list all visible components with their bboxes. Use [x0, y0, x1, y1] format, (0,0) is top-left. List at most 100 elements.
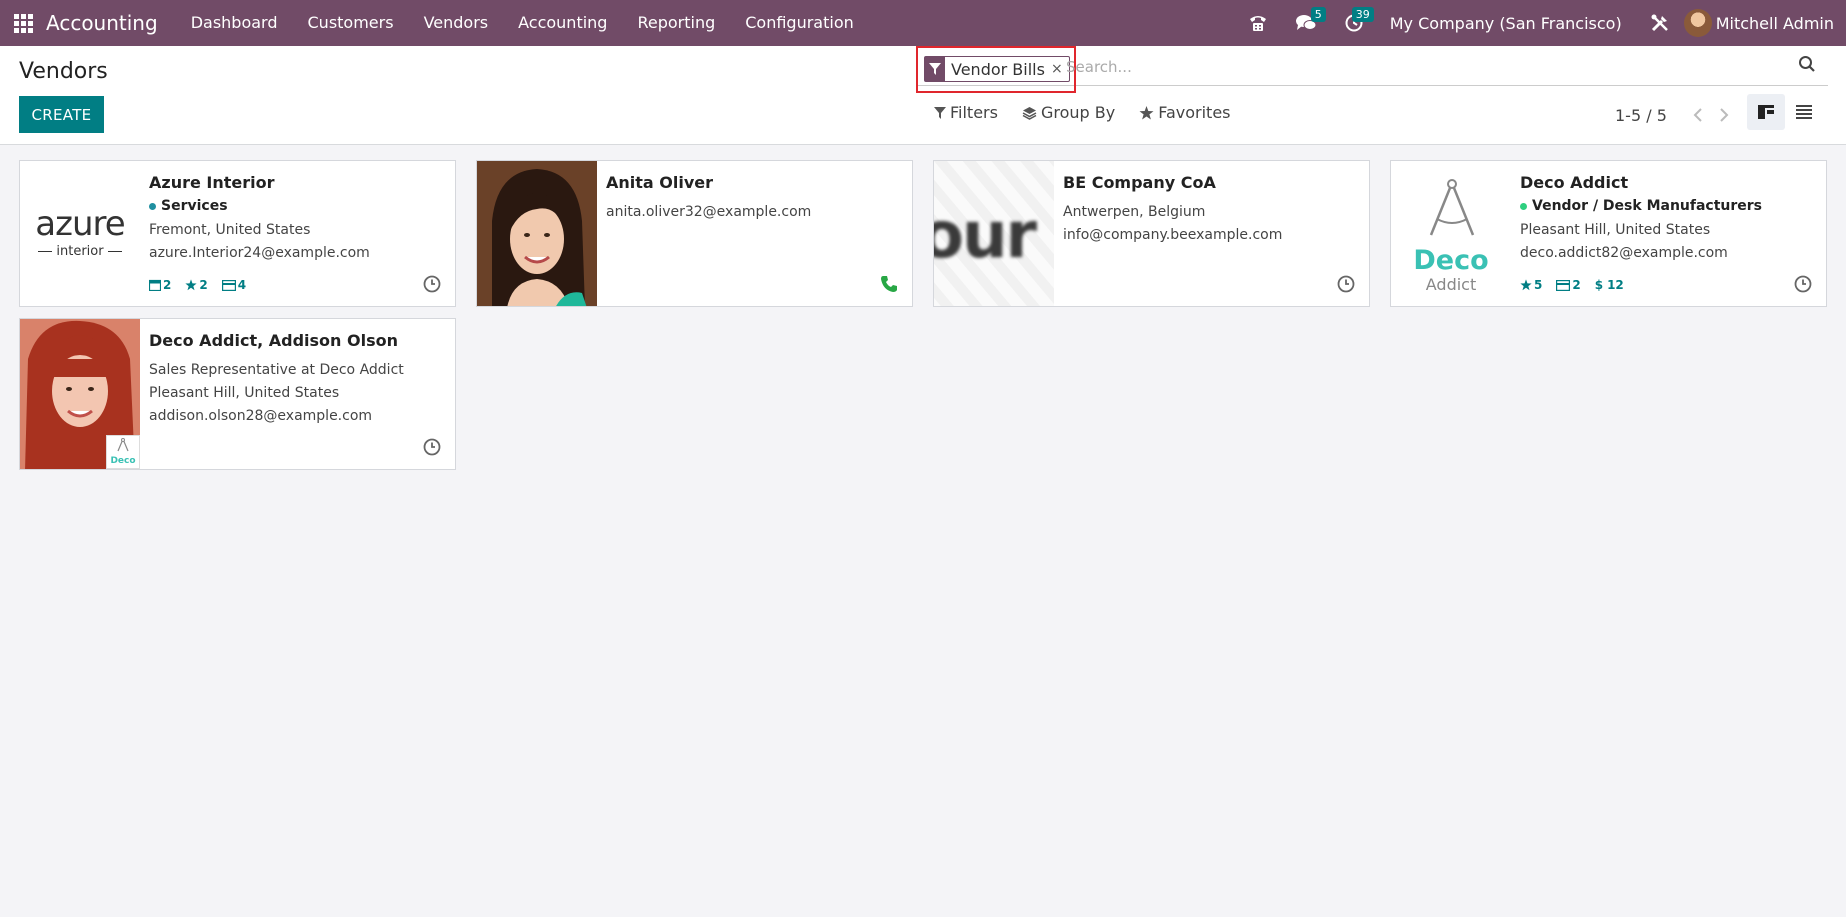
card-email: deco.addict82@example.com	[1520, 245, 1728, 261]
calendar-icon	[149, 279, 161, 291]
card-address: Pleasant Hill, United States	[1520, 222, 1711, 238]
favorites-label: Favorites	[1158, 103, 1231, 122]
menu-item-configuration[interactable]: Configuration	[730, 0, 869, 46]
kanban-card-be-company-coa[interactable]: our BE Company CoA Antwerpen, Belgium in…	[933, 160, 1370, 307]
contact-photo: Deco	[20, 319, 140, 469]
search-input[interactable]	[1066, 54, 1786, 80]
kanban-view-icon[interactable]	[1747, 94, 1785, 130]
control-panel: Vendors CREATE Vendor Bills × Filters Gr…	[0, 46, 1846, 145]
menu-item-customers[interactable]: Customers	[293, 0, 409, 46]
company-logo: our	[934, 161, 1054, 306]
pager-next-icon[interactable]	[1711, 104, 1737, 126]
clock-icon[interactable]	[423, 438, 441, 456]
activities-clock-icon[interactable]: 39	[1330, 0, 1378, 46]
card-title: Deco Addict, Addison Olson	[149, 331, 398, 350]
card-email: azure.Interior24@example.com	[149, 245, 370, 261]
search-facet-vendor-bills[interactable]: Vendor Bills ×	[924, 56, 1070, 82]
user-name: Mitchell Admin	[1715, 13, 1834, 33]
activities-count-badge: 39	[1351, 7, 1374, 22]
create-button[interactable]: CREATE	[19, 96, 104, 133]
meetings-count: 2	[163, 278, 172, 292]
kanban-card-azure-interior[interactable]: azure interior Azure Interior Services F…	[19, 160, 456, 307]
invoices-count: 4	[237, 278, 247, 292]
company-switcher[interactable]: My Company (San Francisco)	[1390, 14, 1622, 33]
messages-icon[interactable]: 5	[1282, 0, 1330, 46]
kanban-card-anita-oliver[interactable]: Anita Oliver anita.oliver32@example.com	[476, 160, 913, 307]
credit-card-icon	[1556, 279, 1571, 291]
logo-text-bottom: Addict	[1425, 275, 1477, 294]
phone-icon[interactable]	[880, 275, 898, 293]
filters-dropdown[interactable]: Filters	[934, 103, 998, 122]
card-title: BE Company CoA	[1063, 173, 1216, 192]
app-menu-icon[interactable]	[0, 0, 46, 46]
pager-value[interactable]: 1-5 / 5	[1615, 106, 1667, 125]
filters-label: Filters	[950, 103, 998, 122]
menu-item-accounting[interactable]: Accounting	[503, 0, 622, 46]
dollar-icon: $	[1594, 278, 1604, 292]
messages-count-badge: 5	[1310, 7, 1326, 22]
facet-label: Vendor Bills	[951, 59, 1045, 79]
tag-label: Services	[161, 198, 228, 214]
card-job-title: Sales Representative at Deco Addict	[149, 362, 404, 378]
clock-icon[interactable]	[423, 275, 441, 293]
menu-item-reporting[interactable]: Reporting	[622, 0, 730, 46]
card-title: Deco Addict	[1520, 173, 1629, 192]
filter-icon	[934, 106, 946, 119]
search-icon[interactable]	[1798, 55, 1820, 77]
credit-card-icon	[221, 279, 236, 291]
card-address: Antwerpen, Belgium	[1063, 204, 1206, 220]
main-menu: Dashboard Customers Vendors Accounting R…	[176, 0, 869, 46]
card-email: addison.olson28@example.com	[149, 408, 373, 424]
search-options: Filters Group By Favorites	[934, 103, 1255, 122]
debug-tools-icon[interactable]	[1636, 0, 1684, 46]
company-badge-text: Deco	[110, 456, 136, 466]
favorites-dropdown[interactable]: Favorites	[1139, 103, 1231, 122]
view-switcher	[1747, 94, 1823, 130]
clock-icon[interactable]	[1794, 275, 1812, 293]
card-address: Pleasant Hill, United States	[149, 385, 340, 401]
card-email: anita.oliver32@example.com	[606, 204, 812, 220]
star-icon	[1520, 279, 1532, 291]
layers-icon	[1022, 106, 1037, 120]
card-email: info@company.beexample.com	[1063, 227, 1283, 243]
opportunities-stat[interactable]: 2	[185, 278, 208, 292]
meetings-stat[interactable]: 2	[149, 278, 171, 292]
invoices-count: 2	[1572, 278, 1581, 292]
phone-call-icon[interactable]	[1234, 0, 1282, 46]
card-title: Anita Oliver	[606, 173, 714, 192]
search-bar: Vendor Bills ×	[916, 46, 1828, 93]
menu-item-dashboard[interactable]: Dashboard	[176, 0, 293, 46]
card-address: Fremont, United States	[149, 222, 311, 238]
logo-text-bottom: interior	[56, 244, 104, 259]
logo-text: our	[934, 199, 1037, 273]
company-logo: Deco Addict	[1391, 161, 1511, 306]
kanban-card-deco-addict[interactable]: Deco Addict Deco Addict Vendor / Desk Ma…	[1390, 160, 1827, 307]
app-title[interactable]: Accounting	[46, 11, 158, 35]
contact-photo	[477, 161, 597, 306]
pager-previous-icon[interactable]	[1685, 104, 1711, 126]
groupby-dropdown[interactable]: Group By	[1022, 103, 1115, 122]
navbar-systray: 5 39 My Company (San Francisco) Mitchell…	[1234, 0, 1846, 46]
due-count: 12	[1607, 278, 1624, 292]
user-menu[interactable]: Mitchell Admin	[1683, 9, 1834, 37]
company-badge: Deco	[106, 435, 140, 469]
filter-funnel-icon	[925, 57, 945, 81]
kanban-card-addison-olson[interactable]: Deco Deco Addict, Addison Olson Sales Re…	[19, 318, 456, 470]
pager: 1-5 / 5	[1615, 104, 1737, 126]
invoices-stat[interactable]: 2	[1556, 278, 1581, 292]
clock-icon[interactable]	[1337, 275, 1355, 293]
opportunities-count: 5	[1534, 278, 1543, 292]
list-view-icon[interactable]	[1785, 94, 1823, 130]
opportunities-count: 2	[199, 278, 208, 292]
tag-label: Vendor / Desk Manufacturers	[1532, 198, 1763, 214]
due-amount-stat[interactable]: $ 12	[1595, 278, 1624, 292]
category-tag: Services	[149, 198, 443, 214]
card-title: Azure Interior	[149, 173, 275, 192]
opportunities-stat[interactable]: 5	[1520, 278, 1542, 292]
logo-text-top: Deco	[1413, 245, 1489, 276]
page-title: Vendors	[19, 59, 108, 84]
invoices-stat[interactable]: 4	[221, 278, 247, 292]
menu-item-vendors[interactable]: Vendors	[409, 0, 504, 46]
card-stats: 5 2 $ 12	[1520, 278, 1638, 292]
star-icon	[1139, 105, 1154, 119]
